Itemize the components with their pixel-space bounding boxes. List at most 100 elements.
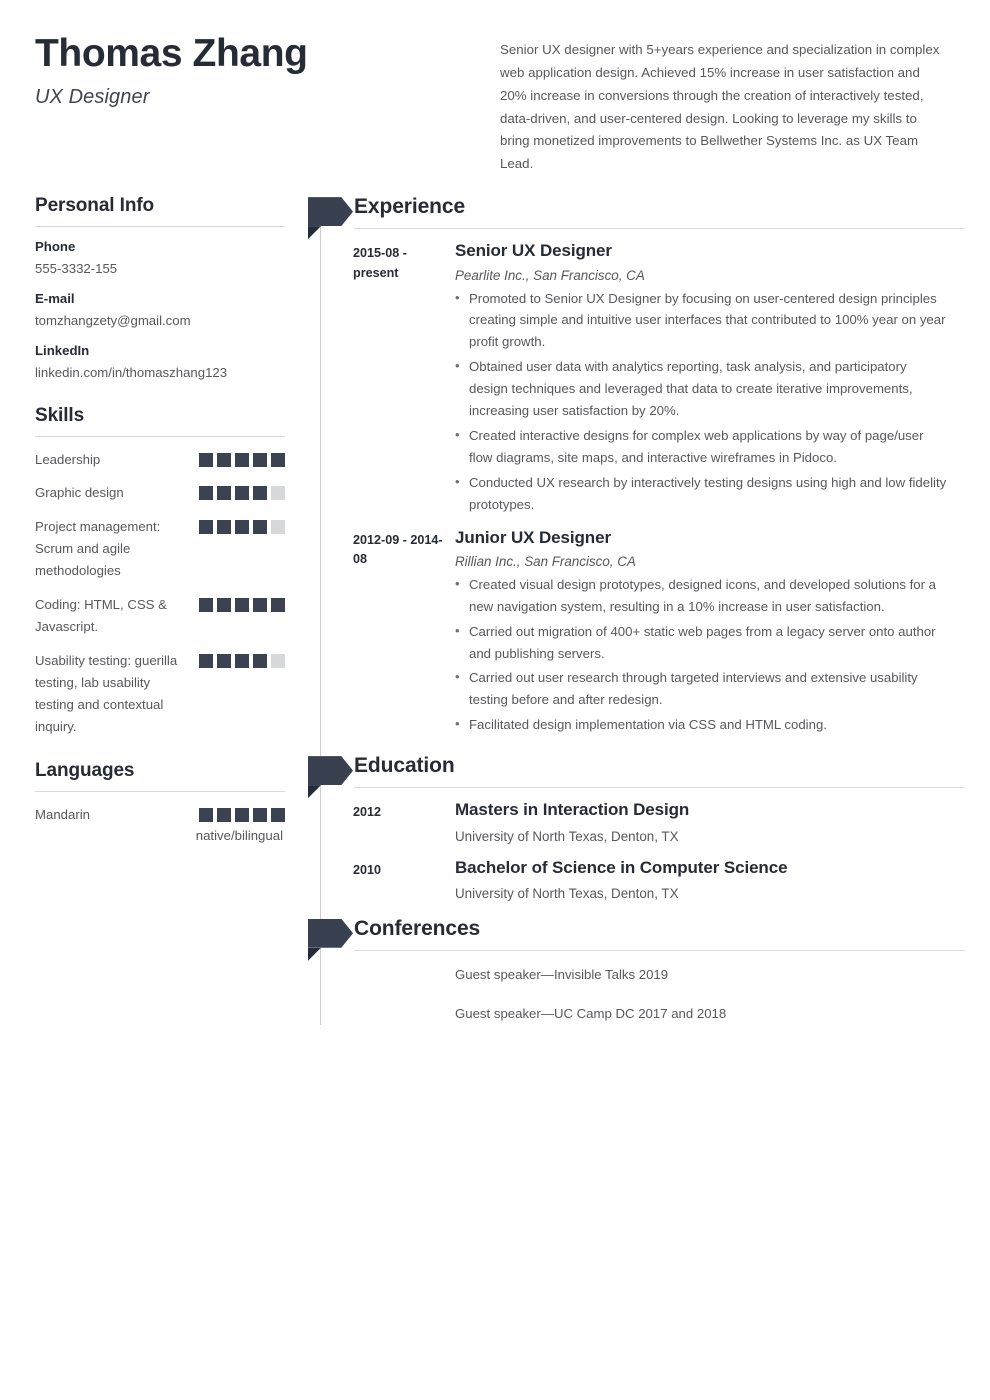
skills-rule (35, 435, 285, 437)
rating-square-filled (199, 452, 213, 467)
rating-square-empty (271, 520, 285, 535)
rating-square-filled (217, 486, 231, 501)
skill-rating (199, 482, 285, 501)
rating-square-empty (271, 486, 285, 501)
entry-title: Senior UX Designer (455, 241, 612, 261)
resume-page: Thomas Zhang UX Designer Senior UX desig… (0, 0, 990, 1400)
section-education: Education 2012 Masters in Interaction Des… (308, 754, 965, 903)
entry-date: 2015-08 - present (353, 246, 407, 280)
main-column: Experience 2015-08 - present Senior UX De… (308, 195, 965, 1042)
entry-subtitle: Pearlite Inc., San Francisco, CA (455, 267, 645, 283)
section-conferences: Conferences Guest speaker—Invisible Talk… (308, 916, 965, 1025)
skill-rating (199, 449, 285, 467)
info-item-phone: Phone 555-3332-155 (35, 239, 285, 278)
candidate-job-title: UX Designer (35, 85, 150, 108)
rating-square-filled (253, 452, 267, 467)
education-heading: Education (354, 754, 455, 778)
entry-body: Senior UX Designer Pearlite Inc., San Fra… (455, 240, 965, 515)
skill-rating (199, 650, 285, 668)
skill-name: Coding: HTML, CSS & Javascript. (35, 597, 167, 635)
entry-bullets: Created visual design prototypes, design… (455, 573, 947, 736)
info-label: E-mail (35, 291, 75, 307)
skill-row: Project management: Scrum and agile meth… (35, 516, 285, 582)
experience-entries: 2015-08 - present Senior UX Designer Pearl… (353, 240, 965, 736)
rating-square-filled (271, 807, 285, 822)
conference-item: Guest speaker—UC Camp DC 2017 and 2018 (455, 1005, 727, 1021)
rating-square-filled (235, 452, 249, 467)
skill-row: Coding: HTML, CSS & Javascript. (35, 594, 285, 638)
rating-square-filled (253, 807, 267, 822)
bullet-item: Facilitated design implementation via CS… (455, 713, 947, 736)
personal-info-rule (35, 226, 285, 228)
skill-name: Leadership (35, 451, 101, 467)
rating-square-filled (271, 452, 285, 467)
entry-title: Masters in Interaction Design (455, 800, 690, 820)
entry-body: Bachelor of Science in Computer Science U… (455, 857, 965, 903)
info-value: tomzhangzety@gmail.com (35, 313, 191, 329)
experience-entry: 2015-08 - present Senior UX Designer Pearl… (353, 240, 965, 515)
experience-heading: Experience (354, 195, 466, 219)
skill-name: Graphic design (35, 485, 124, 501)
rating-square-filled (253, 486, 267, 501)
experience-rule (354, 228, 965, 230)
rating-square-filled (217, 653, 231, 668)
skills-list: Leadership Graphic design Project manageme… (35, 449, 285, 738)
skill-name: Project management: Scrum and agile meth… (35, 519, 161, 579)
rating-square-filled (199, 807, 213, 822)
education-entry: 2012 Masters in Interaction Design Univers… (353, 799, 965, 845)
rating-square-filled (235, 486, 249, 501)
education-rule (354, 787, 965, 789)
language-row: Mandarin (35, 804, 285, 826)
rating-square-filled (271, 598, 285, 613)
entry-subtitle: University of North Texas, Denton, TX (455, 885, 679, 901)
bullet-item: Conducted UX research by interactively t… (455, 471, 947, 516)
info-item-email: E-mail tomzhangzety@gmail.com (35, 291, 285, 330)
entry-body: Junior UX Designer Rillian Inc., San Fran… (455, 527, 965, 737)
entry-date: 2012-09 - 2014-08 (353, 532, 443, 567)
resume-columns: Personal Info Phone 555-3332-155 E-mail … (0, 195, 990, 1042)
header-identity: Thomas Zhang UX Designer (35, 30, 500, 176)
education-entry: 2010 Bachelor of Science in Computer Scie… (353, 857, 965, 903)
rating-square-filled (199, 486, 213, 501)
entry-date: 2012 (353, 805, 382, 820)
bullet-item: Created interactive designs for complex … (455, 424, 947, 469)
rating-square-filled (235, 520, 249, 535)
rating-square-filled (199, 598, 213, 613)
education-ribbon-icon (308, 756, 353, 799)
rating-square-filled (199, 653, 213, 668)
professional-summary: Senior UX designer with 5+years experien… (500, 42, 940, 172)
entry-subtitle: Rillian Inc., San Francisco, CA (455, 553, 636, 569)
info-label: LinkedIn (35, 343, 90, 359)
info-value: linkedin.com/in/thomaszhang123 (35, 365, 228, 381)
rating-square-filled (253, 520, 267, 535)
bullet-item: Obtained user data with analytics report… (455, 355, 947, 422)
skill-name: Usability testing: guerilla testing, lab… (35, 652, 178, 734)
skill-row: Usability testing: guerilla testing, lab… (35, 650, 285, 738)
language-proficiency-label: native/bilingual (195, 828, 283, 844)
skill-rating (199, 594, 285, 613)
bullet-item: Carried out migration of 400+ static web… (455, 620, 947, 665)
section-personal-info: Personal Info Phone 555-3332-155 E-mail … (35, 195, 285, 382)
rating-square-filled (253, 653, 267, 668)
rating-square-filled (235, 653, 249, 668)
rating-square-filled (217, 807, 231, 822)
rating-square-filled (235, 598, 249, 613)
section-languages: Languages Mandarin native/bilingual (35, 760, 285, 844)
languages-list: Mandarin native/bilingual (35, 804, 285, 844)
languages-rule (35, 790, 285, 792)
conferences-ribbon-icon (308, 918, 353, 961)
rating-square-filled (253, 598, 267, 613)
rating-square-filled (217, 520, 231, 535)
conference-item: Guest speaker—Invisible Talks 2019 (455, 966, 669, 982)
conferences-rule (354, 949, 965, 951)
info-value: 555-3332-155 (35, 261, 118, 277)
bullet-item: Created visual design prototypes, design… (455, 573, 947, 618)
rating-square-filled (217, 452, 231, 467)
experience-ribbon-icon (308, 197, 353, 240)
rating-square-empty (271, 653, 285, 668)
skill-row: Graphic design (35, 482, 285, 504)
conferences-heading: Conferences (354, 916, 481, 940)
skill-rating (199, 804, 285, 822)
entry-date: 2010 (353, 862, 382, 877)
education-entries: 2012 Masters in Interaction Design Univers… (353, 799, 965, 903)
